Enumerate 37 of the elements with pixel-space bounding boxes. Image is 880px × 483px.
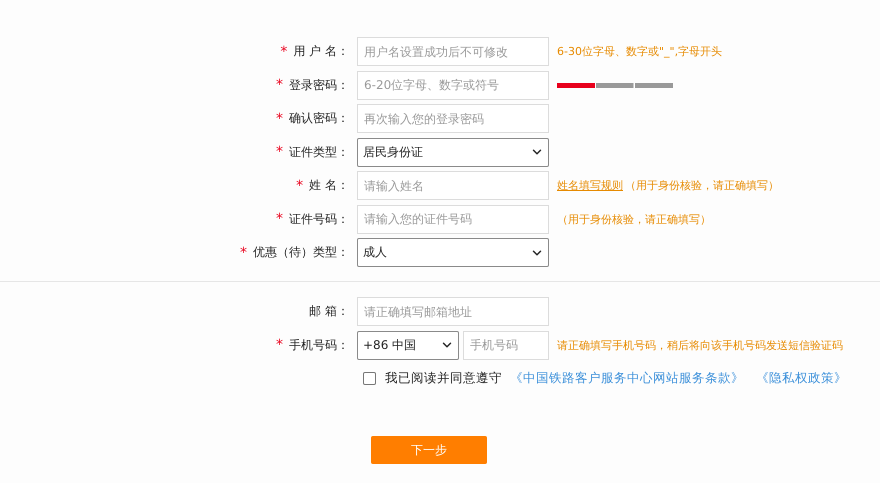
checkbox[interactable] [363,372,376,385]
rules-link[interactable]: 姓名填写规则 [557,178,623,193]
required-mark: * [280,44,288,60]
field-label: 登录密码： [289,76,349,94]
required-mark: * [276,77,283,93]
next-button[interactable]: 下一步 [371,436,487,464]
input-field[interactable]: 请正确填写邮箱地址 [357,297,549,326]
input-field[interactable]: 请输入您的证件号码 [357,204,549,234]
field-label: 优惠（待）类型： [253,244,349,261]
required-mark: * [276,337,283,353]
field-label: 姓 名： [309,177,349,194]
agreement-text: 我已阅读并同意遵守 [385,370,502,387]
dropdown[interactable]: 居民身份证 [357,138,549,166]
terms-link[interactable]: 《中国铁路客户服务中心网站服务条款》 [510,370,744,387]
field-hint: 请正确填写手机号码，稍后将向该手机号码发送短信验证码 [557,338,843,352]
field-label: 确认密码： [289,110,349,127]
terms-link[interactable]: 《隐私权政策》 [756,370,847,387]
required-mark: * [276,144,283,160]
input-field[interactable]: 手机号码 [463,330,549,360]
input-field[interactable]: 6-20位字母、数字或符号 [357,70,549,100]
input-field[interactable]: 用户名设置成功后不可修改 [357,37,549,66]
field-label: 证件类型： [289,144,349,160]
input-field[interactable]: 再次输入您的登录密码 [357,104,549,133]
field-hint: （用于身份核验，请正确填写） [625,178,779,193]
input-field[interactable]: 请输入姓名 [357,171,549,200]
required-mark: * [276,110,283,126]
field-label: 用 户 名： [293,43,349,60]
required-mark: * [240,244,247,260]
dropdown[interactable]: 成人 [357,238,549,267]
required-mark: * [276,211,283,227]
field-label: 邮 箱： [309,303,349,320]
field-label: 证件号码： [289,210,349,228]
field-hint: （用于身份核验，请正确填写） [557,212,711,226]
required-mark: * [296,178,304,194]
dropdown[interactable]: +86 中国 [357,330,459,360]
field-label: 手机号码： [289,336,349,354]
field-hint: 6-30位字母、数字或"_",字母开头 [557,44,722,59]
